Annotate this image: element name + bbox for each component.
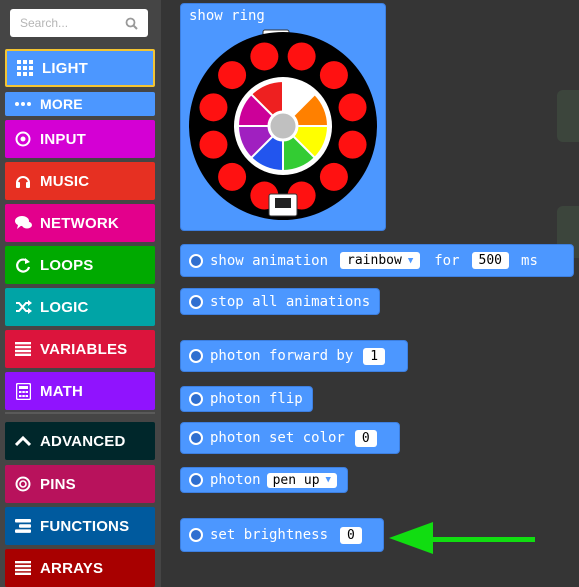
ellipsis-icon — [13, 94, 33, 114]
block-label: stop all animations — [210, 293, 371, 310]
target-icon — [13, 129, 33, 149]
ring-led[interactable] — [250, 42, 279, 71]
ring-led[interactable] — [218, 162, 247, 191]
category-advanced[interactable]: ADVANCED — [5, 422, 155, 460]
brightness-input[interactable]: 0 — [340, 526, 362, 544]
search-box[interactable] — [10, 9, 148, 37]
photon-set-color-block[interactable]: photon set color 0 — [180, 422, 400, 454]
gear-icon — [189, 294, 203, 309]
ring-led[interactable] — [199, 93, 228, 122]
show-animation-block[interactable]: show animation rainbow ▼ for 500 ms — [180, 244, 574, 277]
category-label: MORE — [40, 96, 83, 112]
circle-icon — [13, 474, 33, 494]
category-label: ADVANCED — [40, 432, 126, 450]
block-workspace[interactable]: show ring show animation rainbow ▼ for 5… — [161, 0, 579, 587]
block-label: photon flip — [210, 391, 303, 407]
category-label: VARIABLES — [40, 340, 128, 358]
animation-dropdown[interactable]: rainbow ▼ — [340, 252, 421, 269]
ring-led[interactable] — [218, 61, 247, 90]
category-label: NETWORK — [40, 214, 119, 232]
block-label: photon forward by — [210, 348, 354, 364]
gear-icon — [189, 528, 203, 542]
category-logic[interactable]: LOGIC — [5, 288, 155, 326]
toolbox: LIGHT MORE INPUT MUSIC NETWORK LOOPS — [0, 0, 161, 587]
ring-led[interactable] — [319, 61, 348, 90]
calculator-icon — [13, 381, 33, 401]
ring-led[interactable] — [319, 162, 348, 191]
color-wheel-center — [267, 110, 299, 142]
grid-icon — [15, 58, 35, 78]
photon-forward-block[interactable]: photon forward by 1 — [180, 340, 408, 372]
photon-pen-block[interactable]: photon pen up ▼ — [180, 467, 348, 493]
block-label: photon — [210, 472, 261, 488]
ring-led[interactable] — [287, 42, 316, 71]
background-block — [557, 90, 579, 142]
duration-input[interactable]: 500 — [471, 252, 510, 269]
category-arrays[interactable]: ARRAYS — [5, 549, 155, 587]
gear-icon — [189, 253, 203, 268]
chat-icon — [13, 213, 33, 233]
category-label: MATH — [40, 382, 84, 400]
unit-label: ms — [521, 252, 538, 269]
chevron-up-icon — [13, 431, 33, 451]
chevron-down-icon: ▼ — [325, 475, 331, 485]
dropdown-value: rainbow — [347, 253, 402, 268]
category-label: MUSIC — [40, 172, 90, 190]
ring-led[interactable] — [338, 93, 367, 122]
gear-icon — [189, 392, 203, 406]
category-light[interactable]: LIGHT — [5, 49, 155, 87]
category-variables[interactable]: VARIABLES — [5, 330, 155, 368]
photon-flip-block[interactable]: photon flip — [180, 386, 313, 412]
category-music[interactable]: MUSIC — [5, 162, 155, 200]
search-input[interactable] — [20, 16, 120, 30]
category-label: FUNCTIONS — [40, 517, 130, 535]
category-more[interactable]: MORE — [5, 92, 155, 116]
refresh-icon — [13, 255, 33, 275]
chevron-down-icon: ▼ — [407, 255, 414, 266]
category-label: LOOPS — [40, 256, 94, 274]
for-label: for — [434, 252, 460, 269]
category-input[interactable]: INPUT — [5, 120, 155, 158]
arrow-annotation-icon — [389, 522, 535, 554]
pen-dropdown[interactable]: pen up ▼ — [266, 472, 337, 488]
category-label: LIGHT — [42, 59, 88, 77]
category-loops[interactable]: LOOPS — [5, 246, 155, 284]
gear-icon — [189, 349, 203, 363]
stop-animations-block[interactable]: stop all animations — [180, 288, 380, 315]
category-label: PINS — [40, 475, 76, 493]
block-label: show animation — [210, 252, 329, 269]
category-functions[interactable]: FUNCTIONS — [5, 507, 155, 545]
category-pins[interactable]: PINS — [5, 465, 155, 503]
ring-image[interactable] — [189, 28, 379, 220]
functions-icon — [13, 516, 33, 536]
gear-icon — [189, 431, 203, 445]
gear-icon — [189, 473, 203, 487]
block-label: show ring — [189, 8, 265, 24]
ring-led[interactable] — [338, 130, 367, 159]
block-label: photon set color — [210, 430, 345, 446]
steps-input[interactable]: 1 — [363, 347, 386, 365]
show-ring-block[interactable]: show ring — [180, 3, 386, 231]
list-icon — [13, 339, 33, 359]
block-label: set brightness — [210, 527, 329, 543]
category-math[interactable]: MATH — [5, 372, 155, 410]
category-label: LOGIC — [40, 298, 89, 316]
ring-led[interactable] — [199, 130, 228, 159]
shuffle-icon — [13, 297, 33, 317]
category-network[interactable]: NETWORK — [5, 204, 155, 242]
category-separator — [5, 412, 155, 414]
color-input[interactable]: 0 — [354, 429, 377, 447]
set-brightness-block[interactable]: set brightness 0 — [180, 518, 384, 552]
array-icon — [13, 558, 33, 578]
headphones-icon — [13, 171, 33, 191]
category-label: ARRAYS — [40, 559, 104, 577]
dropdown-value: pen up — [272, 472, 320, 488]
category-label: INPUT — [40, 130, 86, 148]
search-icon[interactable] — [125, 17, 138, 30]
